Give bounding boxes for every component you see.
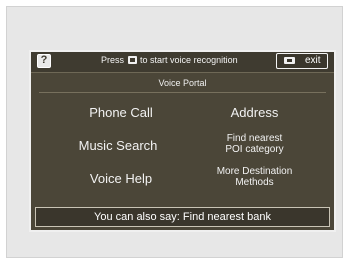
menu-item-label: Address — [230, 105, 279, 120]
menu-item-label-line1: Find nearest — [226, 133, 283, 144]
menu-item-label-line2: Methods — [235, 176, 274, 188]
hint-text: You can also say: Find nearest bank — [94, 211, 271, 223]
voice-command-glyph: ? — [40, 54, 48, 66]
exit-label: exit — [305, 55, 321, 66]
prompt-after: to start voice recognition — [140, 55, 238, 65]
menu-item-more-destination-methods[interactable]: More Destination Methods — [191, 166, 318, 188]
portal-title: Voice Portal — [158, 78, 207, 88]
menu-item-address[interactable]: Address — [197, 106, 312, 120]
menu-item-label-line2: POI category — [225, 143, 284, 155]
menu-item-voice-help[interactable]: Voice Help — [61, 172, 181, 186]
menu-item-label: Voice Help — [89, 171, 153, 186]
menu-item-find-nearest-poi[interactable]: Find nearest POI category — [197, 133, 312, 155]
talk-button-icon — [127, 56, 137, 64]
voice-prompt-text: Press to start voice recognition — [101, 55, 238, 65]
menu-item-label: Phone Call — [89, 105, 153, 120]
exit-button[interactable]: exit — [276, 53, 328, 69]
prompt-before: Press — [101, 55, 125, 65]
menu-item-music-search[interactable]: Music Search — [53, 139, 183, 153]
menu-item-label-line1: More Destination — [216, 166, 293, 177]
top-bar: ? Press to start voice recognition exit — [31, 52, 334, 73]
hint-bar: You can also say: Find nearest bank — [35, 207, 330, 227]
menu-item-label: Music Search — [78, 138, 158, 153]
voice-command-icon[interactable]: ? — [37, 54, 51, 68]
voice-portal-screen: ? Press to start voice recognition exit … — [29, 50, 336, 232]
menu-item-phone-call[interactable]: Phone Call — [61, 106, 181, 120]
divider — [39, 92, 326, 93]
back-button-icon — [284, 57, 295, 64]
